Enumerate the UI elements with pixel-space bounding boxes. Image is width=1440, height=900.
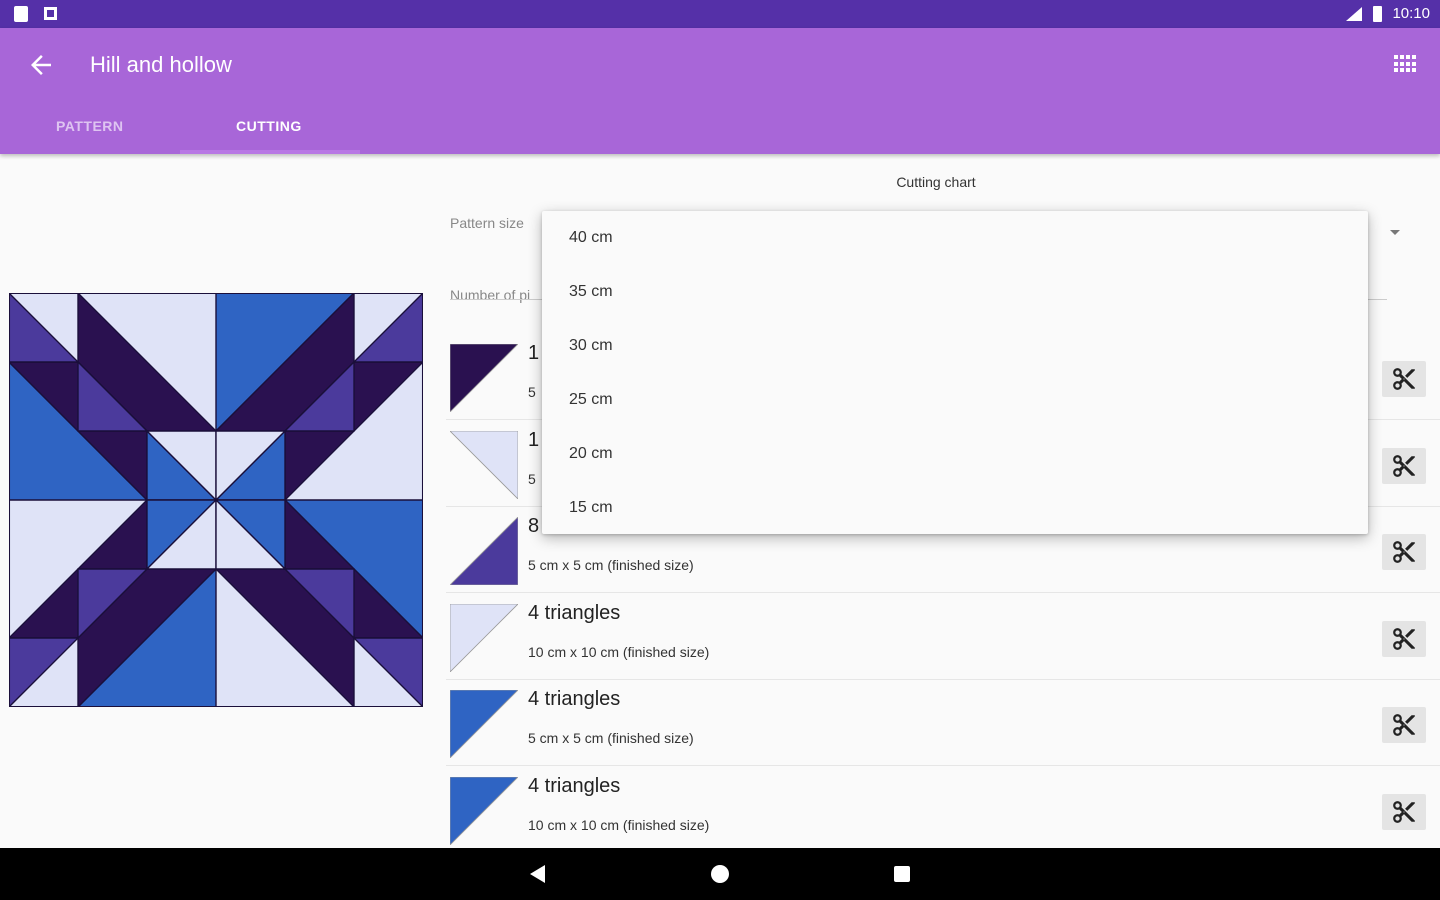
piece-count: 1	[528, 429, 540, 451]
pattern-size-dropdown: 40 cm 35 cm 30 cm 25 cm 20 cm 15 cm	[542, 211, 1368, 534]
cutting-row: 4 triangles 10 cm x 10 cm (finished size)	[446, 767, 1440, 853]
cutting-chart-title: Cutting chart	[896, 174, 976, 190]
sd-card-icon	[14, 6, 28, 22]
nav-back-icon[interactable]	[530, 865, 545, 883]
dropdown-option[interactable]: 35 cm	[542, 265, 1368, 319]
piece-count: 4 triangles	[528, 602, 621, 624]
piece-dimensions: 5 cm x 5 cm (finished size)	[528, 730, 694, 746]
battery-icon	[1373, 5, 1383, 22]
scissors-button[interactable]	[1382, 621, 1426, 657]
triangle-swatch	[450, 690, 518, 758]
arrow-back-icon[interactable]	[26, 50, 56, 80]
triangle-swatch	[450, 344, 518, 412]
scissors-icon	[1393, 628, 1415, 650]
app-bar: Hill and hollow PATTERN CUTTING	[0, 28, 1440, 154]
quilt-block-preview	[9, 293, 423, 707]
triangle-swatch	[450, 517, 518, 585]
piece-dimensions: 10 cm x 10 cm (finished size)	[528, 644, 710, 660]
cutting-row: 4 triangles 10 cm x 10 cm (finished size)	[446, 594, 1440, 680]
scissors-button[interactable]	[1382, 534, 1426, 570]
tab-cutting[interactable]: CUTTING	[236, 118, 302, 134]
scissors-icon	[1393, 455, 1415, 477]
scissors-icon	[1393, 714, 1415, 736]
scissors-icon	[1393, 541, 1415, 563]
dropdown-option[interactable]: 30 cm	[542, 319, 1368, 373]
scissors-button[interactable]	[1382, 707, 1426, 743]
pieces-label: Number of pi	[450, 287, 531, 303]
dropdown-option[interactable]: 15 cm	[542, 481, 1368, 535]
scissors-button[interactable]	[1382, 361, 1426, 397]
piece-count: 8	[528, 515, 540, 537]
dropdown-option[interactable]: 20 cm	[542, 427, 1368, 481]
piece-dimensions: 5	[528, 384, 536, 400]
scissors-icon	[1393, 368, 1415, 390]
pattern-size-label: Pattern size	[450, 215, 524, 231]
piece-count: 1	[528, 342, 540, 364]
triangle-swatch	[450, 431, 518, 499]
piece-dimensions: 5	[528, 471, 536, 487]
dropdown-option[interactable]: 25 cm	[542, 373, 1368, 427]
notification-icon	[44, 7, 57, 20]
scissors-icon	[1393, 801, 1415, 823]
cutting-row: 4 triangles 5 cm x 5 cm (finished size)	[446, 680, 1440, 766]
nav-recents-icon[interactable]	[894, 866, 910, 882]
signal-icon	[1346, 6, 1363, 21]
scissors-button[interactable]	[1382, 448, 1426, 484]
triangle-swatch	[450, 604, 518, 672]
page-title: Hill and hollow	[90, 52, 232, 77]
piece-dimensions: 10 cm x 10 cm (finished size)	[528, 817, 710, 833]
triangle-swatch	[450, 777, 518, 845]
nav-home-icon[interactable]	[711, 865, 729, 883]
tab-pattern[interactable]: PATTERN	[56, 118, 124, 134]
dropdown-arrow-icon[interactable]	[1390, 230, 1400, 235]
dropdown-option[interactable]: 40 cm	[542, 211, 1368, 265]
piece-count: 4 triangles	[528, 688, 621, 710]
status-time: 10:10	[1392, 5, 1430, 22]
piece-dimensions: 5 cm x 5 cm (finished size)	[528, 557, 694, 573]
grid-icon[interactable]	[1394, 55, 1416, 73]
navigation-bar	[0, 848, 1440, 900]
scissors-button[interactable]	[1382, 794, 1426, 830]
status-bar: 10:10	[0, 0, 1440, 28]
piece-count: 4 triangles	[528, 775, 621, 797]
